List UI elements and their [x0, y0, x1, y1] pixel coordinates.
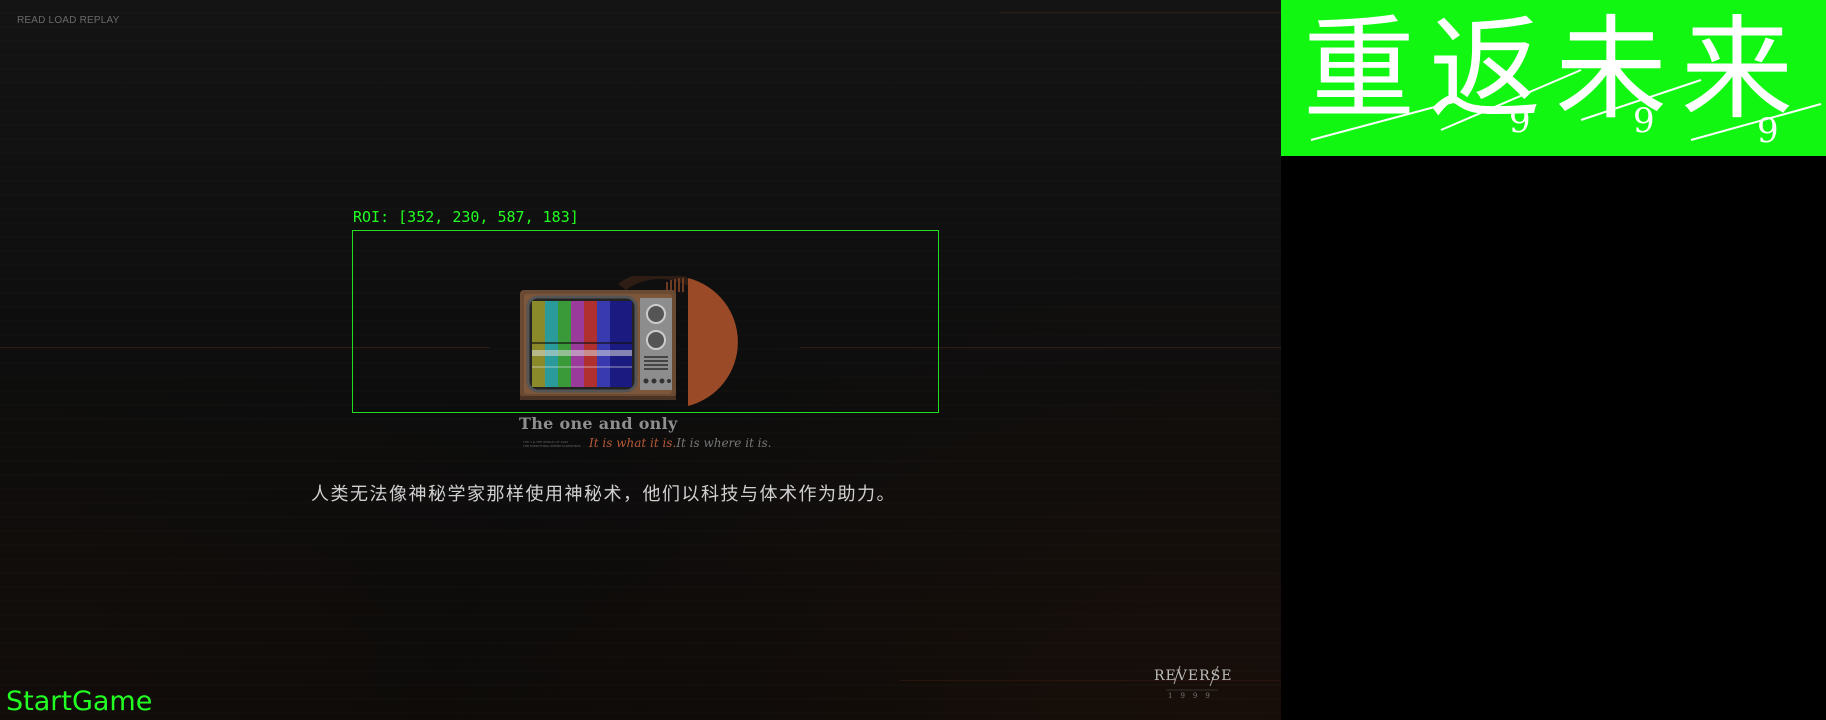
tv-screen — [526, 295, 638, 393]
roi-label: ROI: [352, 230, 587, 183] — [353, 208, 579, 226]
game-title-text: 重返未来 — [1303, 5, 1807, 135]
dialogue-subtitle[interactable]: 人类无法像神秘学家那样使用神秘术，他们以科技与体术作为助力。 — [311, 480, 896, 506]
top-menu[interactable]: READ LOAD REPLAY — [17, 15, 120, 26]
motto: It is what it is.It is where it is. — [589, 436, 772, 450]
dial-icon — [646, 330, 666, 350]
fine-print-line: THE EVERYTHING WHERE ELSEWHERE — [523, 444, 581, 448]
retro-tv-illustration — [520, 276, 738, 406]
divider-line-top — [1000, 12, 1281, 13]
motto-part-1: It is what it is. — [589, 436, 677, 450]
tv-control-panel — [640, 298, 672, 390]
game-title-banner: 重返未来 9 9 9 — [1281, 0, 1826, 156]
logo-word: REVERSE — [1154, 668, 1233, 684]
dial-icon — [646, 304, 666, 324]
title-subscript-1: 9 — [1509, 101, 1531, 141]
screen: READ LOAD REPLAY ROI: [352, 230, 587, 18… — [0, 0, 1826, 720]
game-viewport[interactable]: READ LOAD REPLAY ROI: [352, 230, 587, 18… — [0, 0, 1281, 720]
tagline: The one and only — [519, 414, 678, 433]
disc-rim — [618, 276, 688, 290]
reverse-1999-logo: REVERSE 1999 — [1146, 664, 1236, 708]
fine-print: THE 1 & THE WORLD OF 1999 THE EVERYTHING… — [523, 440, 583, 448]
orange-disc — [688, 278, 738, 406]
logo-year: 1999 — [1168, 692, 1218, 700]
title-subscript-2: 9 — [1633, 101, 1655, 141]
start-game-label: StartGame — [6, 686, 153, 717]
game-title-logo: 重返未来 9 9 9 — [1303, 5, 1822, 151]
motto-part-2: It is where it is. — [676, 436, 772, 450]
side-panel — [1281, 156, 1826, 720]
tv-base — [520, 396, 676, 400]
